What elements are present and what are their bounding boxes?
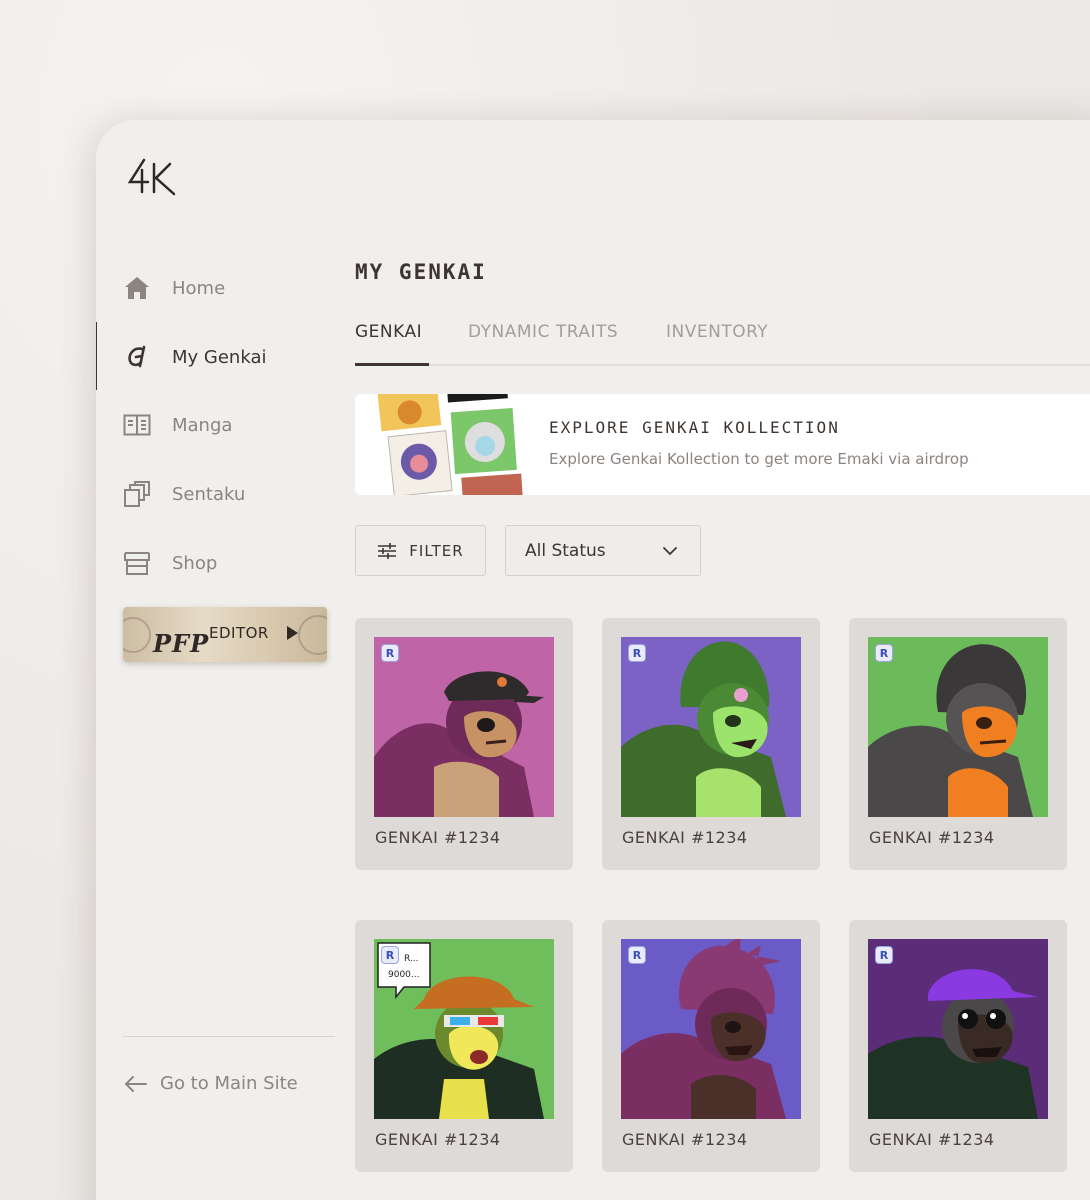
- active-nav-indicator: [96, 322, 97, 390]
- tab-genkai[interactable]: GENKAI: [355, 322, 422, 342]
- play-icon: [287, 626, 298, 640]
- gorilla-art-image: [868, 637, 1048, 817]
- cloud-decoration: [123, 617, 151, 653]
- rarity-badge: R: [628, 946, 646, 964]
- sidebar-item-label: Home: [172, 277, 226, 299]
- chevron-down-icon: [663, 546, 677, 555]
- sidebar-item-sentaku[interactable]: Sentaku: [122, 474, 322, 514]
- gorilla-art-image: [621, 637, 801, 817]
- card-label: GENKAI #1234: [622, 828, 748, 847]
- layers-icon: [122, 479, 152, 509]
- status-select[interactable]: All Status: [505, 525, 701, 576]
- cloud-decoration: [298, 615, 327, 655]
- banner-title: EXPLORE GENKAI KOLLECTION: [549, 418, 840, 437]
- pfp-editor-button[interactable]: PFP EDITOR: [123, 607, 327, 662]
- status-select-value: All Status: [525, 540, 606, 561]
- rarity-badge: R: [875, 644, 893, 662]
- gorilla-art-image: [868, 939, 1048, 1119]
- speech-text: R...: [404, 954, 419, 964]
- app-window: Home My Genkai Manga Sentaku Shop PFP ED…: [96, 120, 1090, 1200]
- genkai-icon: [122, 342, 152, 372]
- card-label: GENKAI #1234: [869, 828, 995, 847]
- sidebar-item-manga[interactable]: Manga: [122, 405, 322, 445]
- sidebar-item-label: Shop: [172, 552, 218, 574]
- card-label: GENKAI #1234: [622, 1130, 748, 1149]
- explore-banner[interactable]: EXPLORE GENKAI KOLLECTION Explore Genkai…: [355, 394, 1090, 495]
- sidebar: Home My Genkai Manga Sentaku Shop PFP ED…: [96, 120, 336, 1200]
- tab-bar: GENKAI DYNAMIC TRAITS INVENTORY: [355, 316, 1090, 366]
- book-icon: [122, 410, 152, 440]
- rarity-badge: R: [381, 946, 399, 964]
- filter-button[interactable]: FILTER: [355, 525, 486, 576]
- 4k-logo[interactable]: [126, 156, 178, 198]
- home-icon: [122, 273, 152, 303]
- rarity-badge: R: [381, 644, 399, 662]
- gorilla-art-image: R... 9000...: [374, 939, 554, 1119]
- genkai-card[interactable]: R GENKAI #1234: [849, 920, 1067, 1172]
- active-tab-underline: [355, 363, 429, 366]
- back-link-label: Go to Main Site: [160, 1073, 298, 1094]
- gorilla-art-image: [621, 939, 801, 1119]
- sidebar-item-my-genkai[interactable]: My Genkai: [122, 337, 322, 377]
- collage-image: [377, 394, 523, 495]
- main-content: MY GENKAI GENKAI DYNAMIC TRAITS INVENTOR…: [355, 120, 1090, 1200]
- page-title: MY GENKAI: [355, 260, 487, 284]
- filter-label: FILTER: [409, 541, 464, 560]
- store-icon: [122, 548, 152, 578]
- tab-inventory[interactable]: INVENTORY: [666, 322, 768, 342]
- editor-text: EDITOR: [209, 624, 269, 642]
- sidebar-item-label: Sentaku: [172, 483, 246, 505]
- genkai-card[interactable]: R GENKAI #1234: [849, 618, 1067, 870]
- rarity-badge: R: [628, 644, 646, 662]
- card-label: GENKAI #1234: [869, 1130, 995, 1149]
- speech-text: 9000...: [388, 970, 420, 980]
- sidebar-item-shop[interactable]: Shop: [122, 543, 322, 583]
- sidebar-item-label: My Genkai: [172, 346, 267, 368]
- arrow-left-icon: [124, 1075, 147, 1092]
- sidebar-item-home[interactable]: Home: [122, 268, 322, 308]
- gorilla-art-image: [374, 637, 554, 817]
- sliders-icon: [378, 542, 397, 559]
- card-label: GENKAI #1234: [375, 1130, 501, 1149]
- genkai-card[interactable]: R GENKAI #1234: [602, 920, 820, 1172]
- rarity-badge: R: [875, 946, 893, 964]
- genkai-card[interactable]: R GENKAI #1234: [355, 618, 573, 870]
- sidebar-item-label: Manga: [172, 414, 233, 436]
- pfp-text: PFP: [153, 629, 210, 658]
- genkai-card[interactable]: R GENKAI #1234: [602, 618, 820, 870]
- genkai-card[interactable]: R... 9000... R GENKAI #1234: [355, 920, 573, 1172]
- sidebar-divider: [123, 1036, 335, 1037]
- banner-subtitle: Explore Genkai Kollection to get more Em…: [549, 450, 969, 468]
- go-to-main-site-link[interactable]: Go to Main Site: [124, 1073, 298, 1094]
- tab-dynamic-traits[interactable]: DYNAMIC TRAITS: [468, 322, 618, 342]
- card-label: GENKAI #1234: [375, 828, 501, 847]
